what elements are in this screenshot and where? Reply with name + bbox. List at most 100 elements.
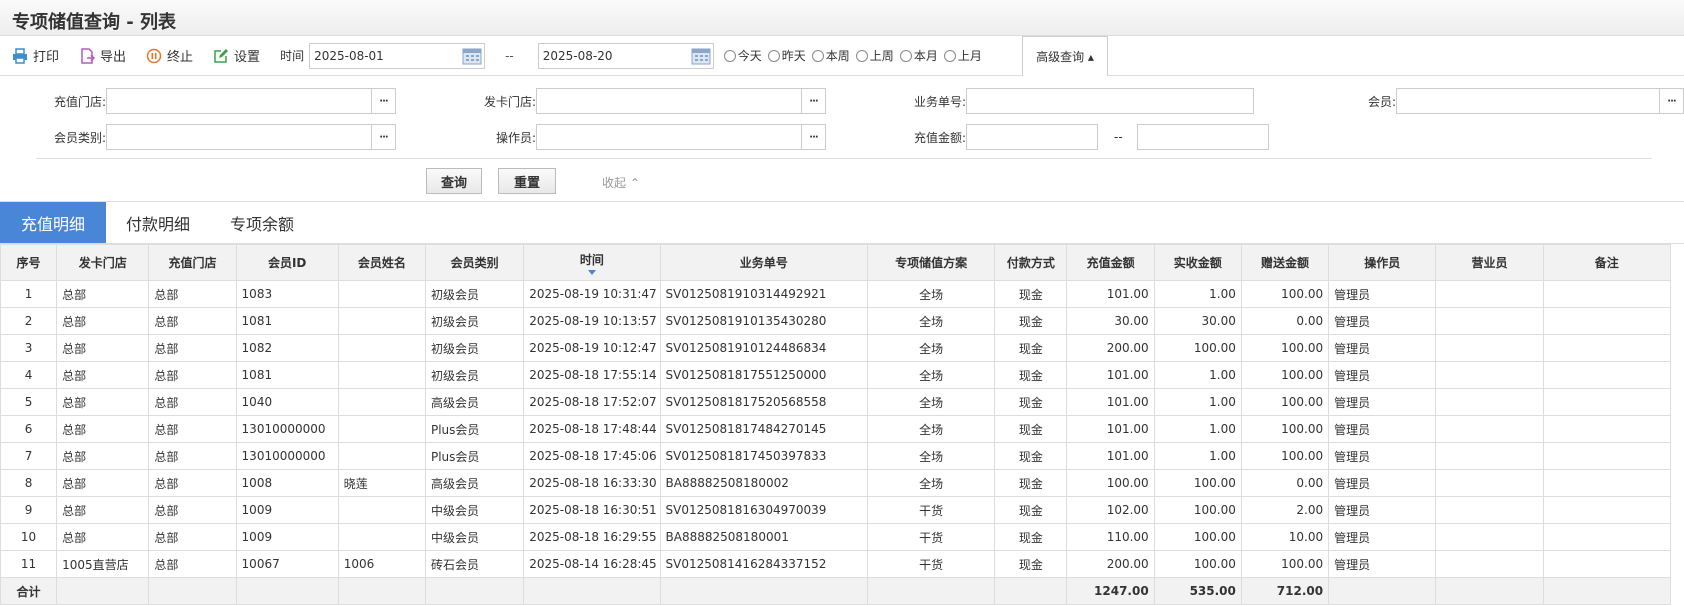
radio-label: 本月 <box>913 49 938 63</box>
column-header[interactable]: 赠送金额 <box>1240 244 1330 281</box>
member-input[interactable] <box>1396 88 1660 114</box>
table-row[interactable]: 11 1005直营店 总部 10067 1006 砖石会员 2025-08-14 16:28… <box>0 550 1672 578</box>
footer-cell <box>235 577 339 605</box>
advanced-search-button[interactable]: 高级查询 ▴ <box>1022 36 1108 76</box>
table-cell: 100.00 <box>1153 523 1242 551</box>
collapse-link[interactable]: 收起 ⌃ <box>602 174 640 191</box>
table-row[interactable]: 9 总部 总部 1009 中级会员 2025-08-18 16:30:51 SV012508… <box>0 496 1672 524</box>
radio-this-week[interactable]: 本周 <box>811 47 850 64</box>
query-button[interactable]: 查询 <box>426 168 482 194</box>
search-panel: 充值门店: ··· 发卡门店: ··· 业务单号: 会员: ··· 会员类别: … <box>0 76 1684 202</box>
more-button[interactable]: ··· <box>802 124 826 150</box>
table-cell: 30.00 <box>1066 307 1155 335</box>
column-header[interactable]: 营业员 <box>1435 244 1544 281</box>
radio-last-month[interactable]: 上月 <box>943 47 982 64</box>
table-cell: 2025-08-18 17:55:14 <box>523 361 661 389</box>
table-cell: 13010000000 <box>235 415 339 443</box>
recharge-store-input[interactable] <box>106 88 372 114</box>
radio-dot <box>943 49 956 62</box>
divider <box>36 158 1652 159</box>
column-header[interactable]: 会员ID <box>235 244 339 281</box>
amount-min-input[interactable] <box>966 124 1098 150</box>
table-cell: 全场 <box>867 361 996 389</box>
table-cell <box>1435 523 1544 551</box>
radio-label: 上月 <box>957 49 982 63</box>
settings-label: 设置 <box>234 50 261 65</box>
table-cell: 总部 <box>148 469 237 497</box>
table-cell <box>337 280 426 308</box>
footer-cell: 合计 <box>0 577 58 605</box>
column-header[interactable]: 充值金额 <box>1066 244 1155 281</box>
table-cell: 100.00 <box>1240 334 1330 362</box>
date-to-value: 2025-08-20 <box>542 48 613 63</box>
table-row[interactable]: 5 总部 总部 1040 高级会员 2025-08-18 17:52:07 SV012508… <box>0 388 1672 416</box>
table-cell: 2 <box>0 307 58 335</box>
table-cell <box>1542 496 1672 524</box>
export-button[interactable]: 导出 <box>79 46 126 65</box>
radio-this-month[interactable]: 本月 <box>899 47 938 64</box>
table-row[interactable]: 6 总部 总部 13010000000 Plus会员 2025-08-18 17:48:4… <box>0 415 1672 443</box>
table-cell: 现金 <box>994 388 1068 416</box>
table-cell: 总部 <box>56 388 150 416</box>
table-row[interactable]: 7 总部 总部 13010000000 Plus会员 2025-08-18 17:45:0… <box>0 442 1672 470</box>
reset-button[interactable]: 重置 <box>498 168 556 194</box>
radio-last-week[interactable]: 上周 <box>855 47 894 64</box>
table-cell: 管理员 <box>1328 280 1437 308</box>
table-cell: SV0125081910124486834 <box>659 334 869 362</box>
table-row[interactable]: 2 总部 总部 1081 初级会员 2025-08-19 10:13:57 SV012508… <box>0 307 1672 335</box>
radio-today[interactable]: 今天 <box>723 47 762 64</box>
column-header[interactable]: 专项储值方案 <box>867 244 996 281</box>
column-header[interactable]: 充值门店 <box>148 244 237 281</box>
column-header[interactable]: 付款方式 <box>994 244 1068 281</box>
doc-no-input[interactable] <box>966 88 1254 114</box>
column-header[interactable]: 时间 <box>523 244 661 281</box>
data-table: 序号 发卡门店 充值门店 会员ID 会员姓名 会员类别 时间 业务单号 专项储值方案 付款方式 充值… <box>0 244 1672 605</box>
table-cell: 总部 <box>56 469 150 497</box>
column-header[interactable]: 发卡门店 <box>56 244 150 281</box>
column-header[interactable]: 业务单号 <box>659 244 869 281</box>
table-cell: 2025-08-18 16:29:55 <box>523 523 661 551</box>
column-header[interactable]: 备注 <box>1542 244 1672 281</box>
table-cell: SV0125081910135430280 <box>659 307 869 335</box>
card-store-input[interactable] <box>536 88 802 114</box>
column-header[interactable]: 会员姓名 <box>337 244 426 281</box>
more-button[interactable]: ··· <box>1660 88 1684 114</box>
table-cell: 初级会员 <box>424 334 525 362</box>
calendar-icon[interactable] <box>691 47 711 65</box>
radio-yesterday[interactable]: 昨天 <box>767 47 806 64</box>
column-header[interactable]: 操作员 <box>1328 244 1437 281</box>
table-cell: 1009 <box>235 496 339 524</box>
table-row[interactable]: 8 总部 总部 1008 晓莲 高级会员 2025-08-18 16:33:30 BA8888… <box>0 469 1672 497</box>
footer-cell: 712.00 <box>1240 577 1330 605</box>
more-button[interactable]: ··· <box>802 88 826 114</box>
page-title: 专项储值查询 - 列表 <box>0 0 1684 36</box>
column-header[interactable]: 实收金额 <box>1153 244 1242 281</box>
table-row[interactable]: 10 总部 总部 1009 中级会员 2025-08-18 16:29:55 BA88882… <box>0 523 1672 551</box>
table-cell: 100.00 <box>1153 334 1242 362</box>
calendar-icon[interactable] <box>462 47 482 65</box>
tab-payment-detail[interactable]: 付款明细 <box>106 202 210 243</box>
amount-max-input[interactable] <box>1136 124 1269 150</box>
table-row[interactable]: 4 总部 总部 1081 初级会员 2025-08-18 17:55:14 SV012508… <box>0 361 1672 389</box>
date-from-input[interactable]: 2025-08-01 <box>309 42 486 69</box>
table-row[interactable]: 3 总部 总部 1082 初级会员 2025-08-19 10:12:47 SV012508… <box>0 334 1672 362</box>
stop-button[interactable]: 终止 <box>146 46 193 65</box>
tab-recharge-detail[interactable]: 充值明细 <box>0 202 106 243</box>
settings-button[interactable]: 设置 <box>213 46 260 65</box>
operator-input[interactable] <box>536 124 802 150</box>
column-header[interactable]: 序号 <box>0 244 58 281</box>
column-header[interactable]: 会员类别 <box>424 244 525 281</box>
table-cell: 2025-08-18 16:30:51 <box>523 496 661 524</box>
date-to-input[interactable]: 2025-08-20 <box>537 42 714 69</box>
table-cell: SV0125081817484270145 <box>659 415 869 443</box>
more-button[interactable]: ··· <box>372 88 396 114</box>
table-row[interactable]: 1 总部 总部 1083 初级会员 2025-08-19 10:31:47 SV012508… <box>0 280 1672 308</box>
print-button[interactable]: 打印 <box>12 46 59 65</box>
table-cell <box>1435 334 1544 362</box>
table-cell: 100.00 <box>1240 550 1330 578</box>
table-cell: 高级会员 <box>424 388 525 416</box>
table-cell <box>1542 469 1672 497</box>
member-type-input[interactable] <box>106 124 372 150</box>
tab-special-balance[interactable]: 专项余额 <box>210 202 314 243</box>
more-button[interactable]: ··· <box>372 124 396 150</box>
